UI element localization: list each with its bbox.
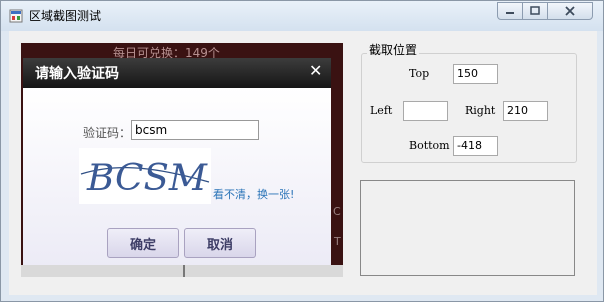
- title-bar: 区域截图测试: [1, 1, 603, 31]
- right-label: Right: [465, 104, 496, 117]
- capture-bottom-strip: [21, 265, 343, 277]
- captcha-text: BCSM: [86, 158, 208, 199]
- capture-strip-divider: [183, 265, 185, 277]
- ok-button[interactable]: 确定: [107, 228, 179, 258]
- captcha-image[interactable]: BCSM: [79, 148, 211, 204]
- bottom-label: Bottom: [409, 139, 450, 152]
- dialog-body: 验证码： bcsm BCSM 看不清，换一张! 确定 取消: [23, 88, 331, 266]
- captcha-input[interactable]: bcsm: [131, 120, 259, 140]
- captcha-label: 验证码：: [83, 126, 132, 140]
- background-side-c: C: [333, 205, 341, 218]
- dialog-header: 请输入验证码 ✕: [23, 58, 331, 88]
- top-input[interactable]: 150: [453, 64, 498, 84]
- left-input[interactable]: [403, 101, 448, 121]
- right-input[interactable]: 210: [503, 101, 548, 121]
- capture-position-title: 截取位置: [367, 41, 420, 58]
- top-label: Top: [409, 67, 430, 80]
- refresh-captcha-link[interactable]: 看不清，换一张!: [213, 186, 294, 202]
- client-area: 每日可兑换：149个 C T 请输入验证码 ✕ 验证码： bcsm BCSM 看…: [9, 31, 597, 295]
- maximize-icon: [530, 6, 540, 15]
- background-side-t: T: [334, 235, 341, 248]
- close-button[interactable]: [547, 2, 593, 20]
- bottom-input[interactable]: -418: [453, 136, 498, 156]
- left-label: Left: [370, 104, 393, 117]
- minimize-icon: [506, 12, 514, 14]
- dialog-close-icon[interactable]: ✕: [309, 61, 322, 80]
- app-icon: [9, 9, 23, 23]
- preview-panel: [360, 180, 575, 276]
- close-icon: [565, 6, 575, 16]
- window-title: 区域截图测试: [29, 9, 102, 23]
- capture-image: 每日可兑换：149个 C T 请输入验证码 ✕ 验证码： bcsm BCSM 看…: [21, 43, 343, 277]
- dialog-title: 请输入验证码: [35, 66, 119, 82]
- minimize-button[interactable]: [497, 2, 523, 20]
- captcha-dialog: 请输入验证码 ✕ 验证码： bcsm BCSM 看不清，换一张! 确定 取消: [23, 58, 331, 266]
- main-window: 区域截图测试 每日可兑换：149个 C T 请输入验证码 ✕ 验证码： bcsm: [0, 0, 604, 302]
- cancel-button[interactable]: 取消: [184, 228, 256, 258]
- maximize-button[interactable]: [522, 2, 548, 20]
